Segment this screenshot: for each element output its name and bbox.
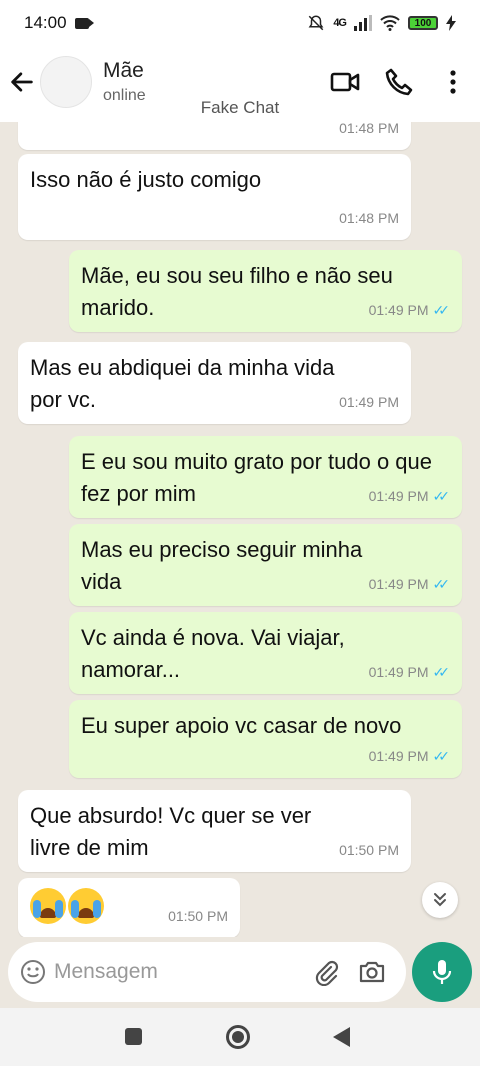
- message-text: Mas eu abdiquei da minha vida por vc.: [30, 355, 335, 412]
- read-receipt-icon: ✓✓: [432, 576, 451, 592]
- phone-icon[interactable]: [383, 66, 415, 98]
- read-receipt-icon: ✓✓: [432, 302, 451, 318]
- message-text: Mas eu preciso seguir minha vida: [81, 537, 363, 594]
- message-time: 01:49 PM: [339, 394, 399, 410]
- mic-icon: [432, 960, 452, 984]
- message-time: 01:49 PM: [368, 488, 429, 504]
- message-input[interactable]: Mensagem: [54, 960, 158, 984]
- back-button[interactable]: [333, 1027, 350, 1047]
- mic-button[interactable]: [412, 942, 472, 1002]
- chevron-double-down-icon: [434, 893, 446, 907]
- paperclip-icon[interactable]: [312, 958, 340, 986]
- message-meta: 01:50 PM: [168, 900, 228, 932]
- message-time: 01:48 PM: [339, 122, 399, 136]
- message-incoming[interactable]: Isso não é justo comigo 01:48 PM: [18, 154, 411, 240]
- back-arrow-icon[interactable]: [8, 68, 36, 96]
- camera-icon[interactable]: [358, 958, 386, 986]
- battery-icon: 100: [408, 16, 438, 30]
- message-time: 01:49 PM: [368, 664, 429, 680]
- status-bar: 14:00 4G 100: [0, 0, 480, 46]
- message-text: Vc ainda é nova. Vai viajar, namorar...: [81, 625, 345, 682]
- message-outgoing[interactable]: Mãe, eu sou seu filho e não seu marido. …: [69, 250, 462, 332]
- message-outgoing[interactable]: E eu sou muito grato por tudo o que fez …: [69, 436, 462, 518]
- message-incoming[interactable]: Que absurdo! Vc quer se ver livre de mim…: [18, 790, 411, 872]
- message-outgoing[interactable]: Eu super apoio vc casar de novo 01:49 PM…: [69, 700, 462, 778]
- emoji-icon[interactable]: [20, 959, 46, 985]
- message-input-bar[interactable]: Mensagem: [8, 942, 406, 1002]
- more-vert-icon[interactable]: [437, 66, 469, 98]
- message-text: Eu super apoio vc casar de novo: [81, 713, 402, 738]
- read-receipt-icon: ✓✓: [432, 664, 451, 680]
- read-receipt-icon: ✓✓: [432, 488, 451, 504]
- message-meta: 01:48 PM: [339, 202, 399, 234]
- message-meta: 01:49 PM ✓✓: [368, 568, 451, 600]
- message-outgoing[interactable]: Vc ainda é nova. Vai viajar, namorar... …: [69, 612, 462, 694]
- message-time: 01:48 PM: [339, 210, 399, 226]
- message-time: 01:50 PM: [168, 908, 228, 924]
- message-meta: 01:49 PM ✓✓: [368, 294, 451, 326]
- message-text: Isso não é justo comigo: [30, 167, 262, 192]
- message-time: 01:49 PM: [368, 748, 429, 764]
- message-incoming[interactable]: Mas eu abdiquei da minha vida por vc. 01…: [18, 342, 411, 424]
- scroll-to-bottom-button[interactable]: [422, 882, 458, 918]
- message-time: 01:50 PM: [339, 842, 399, 858]
- read-receipt-icon: ✓✓: [432, 748, 451, 764]
- charging-icon: [446, 15, 456, 31]
- message-meta: 01:49 PM ✓✓: [368, 656, 451, 688]
- contact-name[interactable]: Mãe: [103, 59, 144, 83]
- crying-face-emoji: [68, 888, 104, 924]
- message-text: Que absurdo! Vc quer se ver livre de mim: [30, 803, 312, 860]
- status-icons: 4G 100: [307, 14, 456, 32]
- message-meta: 01:50 PM: [339, 834, 399, 866]
- home-button[interactable]: [226, 1025, 250, 1049]
- message-meta: 01:49 PM ✓✓: [368, 480, 451, 512]
- message-time: 01:49 PM: [368, 576, 429, 592]
- message-outgoing[interactable]: Mas eu preciso seguir minha vida 01:49 P…: [69, 524, 462, 606]
- chat-header: Mãe online Fake Chat: [0, 46, 480, 122]
- message-meta: 01:48 PM: [339, 122, 399, 144]
- crying-face-emoji: [30, 888, 66, 924]
- signal-icon: [354, 15, 372, 31]
- message-time: 01:49 PM: [368, 302, 429, 318]
- recents-button[interactable]: [125, 1028, 142, 1045]
- message-meta: 01:49 PM: [339, 386, 399, 418]
- watermark-label: Fake Chat: [200, 98, 280, 117]
- video-call-icon[interactable]: [329, 66, 361, 98]
- message-incoming[interactable]: 01:48 PM: [18, 122, 411, 150]
- message-incoming[interactable]: 01:50 PM: [18, 878, 240, 937]
- wifi-icon: [380, 15, 400, 31]
- message-meta: 01:49 PM ✓✓: [368, 740, 451, 772]
- network-label: 4G: [333, 17, 347, 29]
- status-time: 14:00: [24, 13, 67, 32]
- message-list[interactable]: 01:48 PM Isso não é justo comigo 01:48 P…: [0, 122, 480, 937]
- screen-record-icon: [74, 17, 94, 29]
- mute-icon: [308, 15, 324, 31]
- system-nav-bar: [0, 1008, 480, 1066]
